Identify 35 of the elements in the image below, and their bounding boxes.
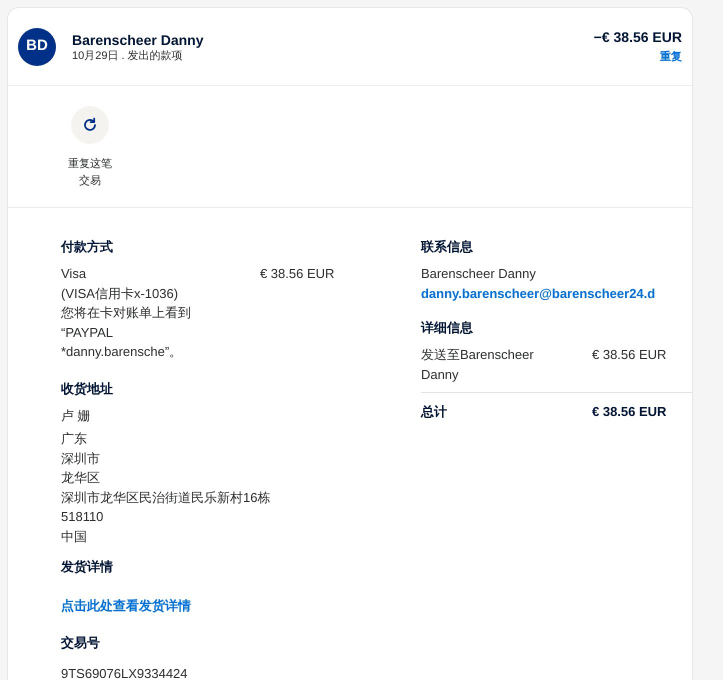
email-link[interactable]: danny.barenscheer@barenscheer24.d (420, 286, 656, 300)
transaction-subtitle: 10月29日 . 发出的款项 (72, 48, 184, 62)
repeat-button[interactable] (71, 106, 109, 144)
address-line: 深圳市龙华区民治街道民乐新村16栋 (61, 488, 272, 506)
detail-label: 发送至Barenscheer Danny (420, 346, 535, 384)
address-line: 中国 (61, 528, 88, 546)
shipping-details-link[interactable]: 点击此处查看发货详情 (61, 598, 191, 613)
repeat-link[interactable]: 重复 (660, 50, 682, 63)
section-heading: 收货地址 (61, 380, 114, 398)
payment-note: (VISA信用卡x-1036) (61, 284, 180, 303)
total-label: 总计 (420, 403, 447, 421)
transaction-amount: −€ 38.56 EUR (594, 28, 682, 46)
detail-amount: € 38.56 EUR (592, 346, 668, 364)
transaction-id: 9TS69076LX9334424 (61, 664, 189, 680)
payment-note: 您将在卡对账单上看到 (61, 304, 191, 322)
payment-note: “PAYPAL (61, 324, 114, 342)
address-line: 深圳市 (61, 450, 101, 468)
section-heading: 交易号 (61, 634, 101, 652)
payment-note: *danny.barensche”。 (61, 343, 184, 361)
payee-name: Barenscheer Danny (72, 30, 205, 48)
contact-name: Barenscheer Danny (420, 265, 537, 283)
address-line: 龙华区 (61, 469, 101, 487)
address-line: 518110 (61, 508, 104, 526)
recipient-name: 卢 姗 (61, 406, 92, 424)
avatar: BD (18, 28, 56, 66)
action-label: 重复这笔交易 (67, 156, 113, 189)
section-heading: 联系信息 (420, 238, 474, 256)
payment-method: Visa (61, 265, 88, 283)
section-heading: 发货详情 (61, 558, 114, 576)
section-heading: 付款方式 (61, 238, 114, 256)
total-amount: € 38.56 EUR (592, 403, 668, 421)
address-line: 广东 (61, 430, 88, 448)
section-heading: 详细信息 (420, 319, 474, 337)
payment-amount: € 38.56 EUR (260, 265, 336, 283)
refresh-icon (82, 117, 98, 133)
